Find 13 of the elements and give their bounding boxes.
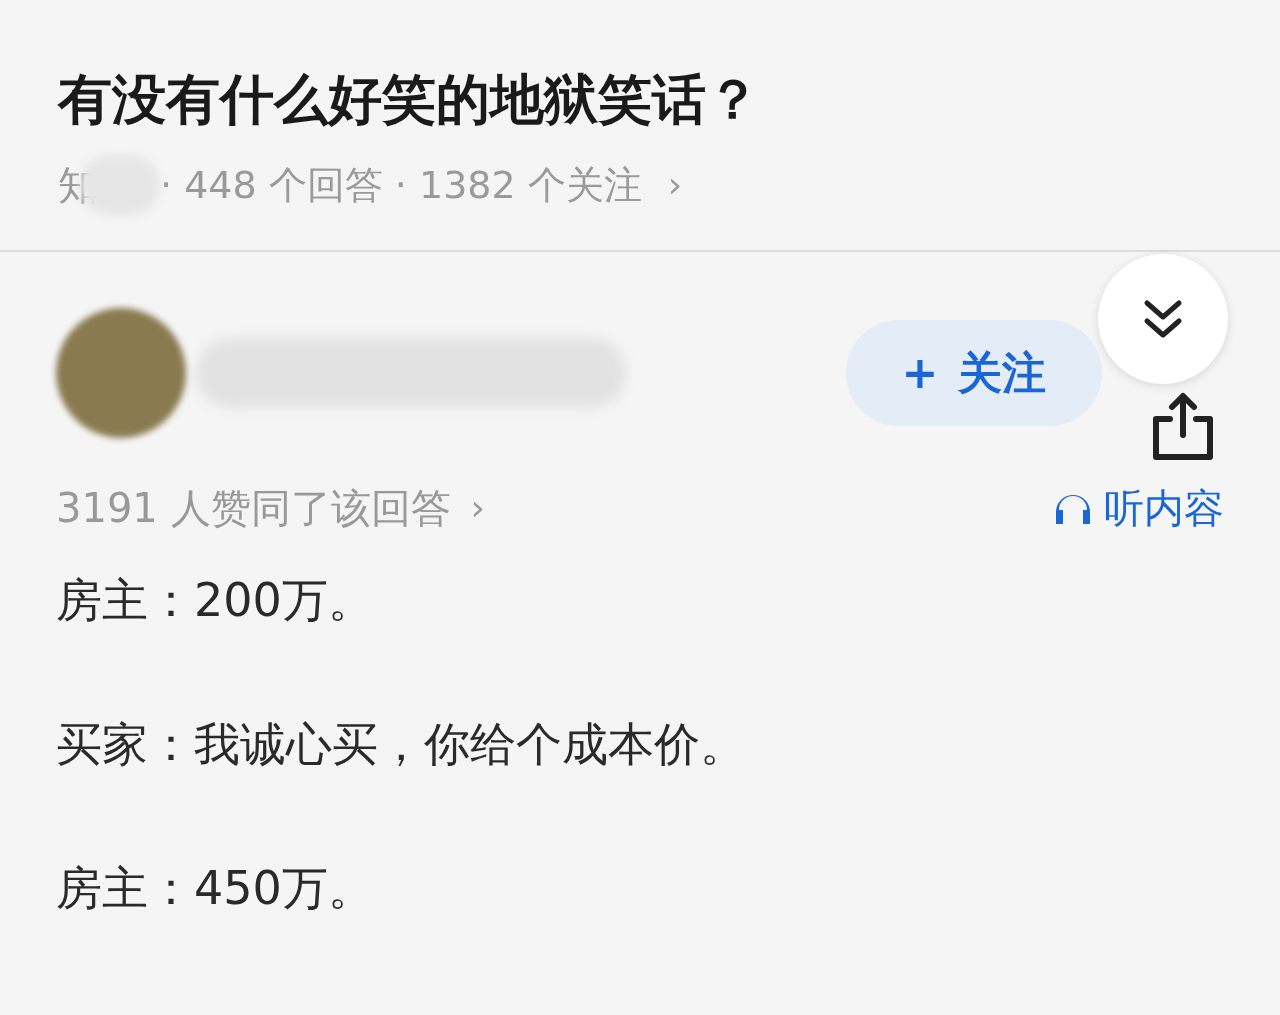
collapse-button[interactable]	[1098, 254, 1228, 384]
answer-paragraph: 买家：我诚心买，你给个成本价。	[56, 716, 747, 773]
chevron-icon[interactable]: ›	[470, 481, 485, 535]
listen-button[interactable]: 听内容	[1052, 478, 1224, 538]
answer-paragraph: 房主：450万。	[56, 860, 375, 917]
chevron-icon[interactable]: ›	[667, 158, 683, 212]
question-stats[interactable]: · 448 个回答 · 1382 个关注	[160, 156, 642, 214]
blurred-avatar[interactable]	[56, 308, 186, 438]
question-title: 有没有什么好笑的地狱笑话？	[58, 67, 761, 133]
follow-button[interactable]: + 关注	[846, 320, 1102, 426]
vote-count[interactable]: 3191 人赞同了该回答	[56, 478, 451, 538]
share-icon[interactable]	[1150, 391, 1216, 463]
answer-paragraph: 房主：200万。	[56, 572, 375, 629]
